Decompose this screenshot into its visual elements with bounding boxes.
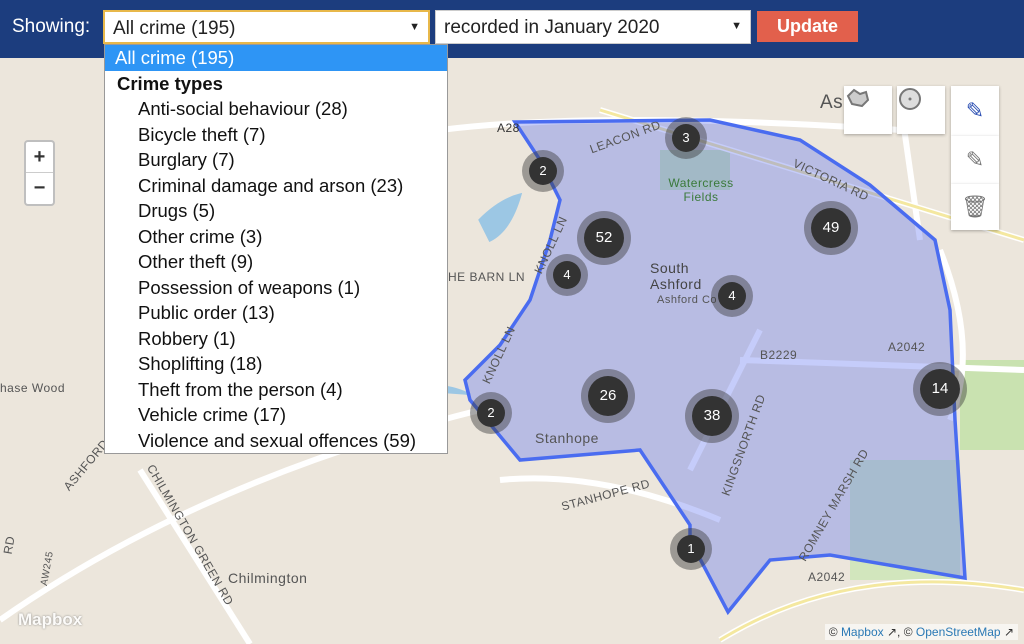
map-label: A2042	[888, 340, 926, 354]
polygon-icon[interactable]	[844, 86, 892, 134]
crime-select-value: All crime (195)	[113, 18, 236, 39]
map-label: hase Wood	[0, 381, 65, 395]
trash-icon[interactable]: 🗑	[951, 184, 999, 230]
circle-icon[interactable]	[897, 86, 945, 134]
option-crime-type[interactable]: Violence and sexual offences (59)	[105, 428, 447, 454]
option-all-crime[interactable]: All crime (195)	[105, 45, 447, 71]
option-crime-type[interactable]: Robbery (1)	[105, 326, 447, 352]
cluster-marker[interactable]: 2	[529, 157, 557, 185]
cluster-marker[interactable]: 26	[588, 376, 628, 416]
map-label: A28	[497, 121, 520, 135]
cluster-marker[interactable]: 1	[677, 535, 705, 563]
option-crime-type[interactable]: Theft from the person (4)	[105, 377, 447, 403]
map-label: South Ashford	[650, 260, 702, 292]
option-group-crime-types: Crime types	[117, 72, 223, 94]
update-button[interactable]: Update	[757, 11, 858, 42]
option-crime-type[interactable]: Vehicle crime (17)	[105, 402, 447, 428]
cluster-marker[interactable]: 49	[811, 208, 851, 248]
map-label: A2042	[808, 570, 846, 584]
cluster-marker[interactable]: 14	[920, 369, 960, 409]
option-crime-type[interactable]: Bicycle theft (7)	[105, 122, 447, 148]
cluster-marker[interactable]: 4	[553, 261, 581, 289]
option-crime-type[interactable]: Possession of weapons (1)	[105, 275, 447, 301]
map-label: Watercress Fields	[668, 176, 734, 204]
cluster-marker[interactable]: 2	[477, 399, 505, 427]
separator: , ©	[897, 625, 913, 639]
cluster-marker[interactable]: 4	[718, 282, 746, 310]
period-select-value: recorded in January 2020	[444, 17, 660, 38]
park-area	[960, 360, 1024, 450]
option-crime-type[interactable]: Other theft (9)	[105, 249, 447, 275]
cluster-marker[interactable]: 3	[672, 124, 700, 152]
crime-type-dropdown-list: All crime (195) Crime types Anti-social …	[104, 44, 448, 454]
dropdown-arrow-icon: ▼	[409, 21, 420, 33]
option-crime-type[interactable]: Burglary (7)	[105, 147, 447, 173]
zoom-in-button[interactable]: +	[26, 142, 53, 173]
cluster-marker[interactable]: 52	[584, 218, 624, 258]
map-label: B2229	[760, 348, 798, 362]
option-crime-type[interactable]: Shoplifting (18)	[105, 351, 447, 377]
period-select[interactable]: recorded in January 2020 ▼	[435, 10, 751, 44]
option-crime-type[interactable]: Public order (13)	[105, 300, 447, 326]
option-crime-type[interactable]: Criminal damage and arson (23)	[105, 173, 447, 199]
pencil-icon[interactable]: ✎	[951, 86, 999, 136]
dropdown-arrow-icon: ▼	[731, 20, 742, 32]
option-crime-type[interactable]: Drugs (5)	[105, 198, 447, 224]
map-label: Chilmington	[228, 570, 308, 586]
showing-label: Showing:	[12, 16, 91, 37]
copyright: ©	[828, 625, 838, 639]
map-label: HE BARN LN	[448, 270, 526, 284]
option-crime-type[interactable]: Anti-social behaviour (28)	[105, 96, 447, 122]
mapbox-logo: Mapbox	[18, 610, 83, 629]
option-crime-type[interactable]: Other crime (3)	[105, 224, 447, 250]
edit-icon[interactable]: ✎	[951, 136, 999, 184]
osm-link[interactable]: OpenStreetMap	[916, 625, 1001, 639]
crime-type-select[interactable]: All crime (195) ▼	[103, 10, 430, 44]
map-label: Stanhope	[535, 430, 599, 446]
attribution: © Mapbox ↗, © OpenStreetMap ↗	[824, 624, 1018, 640]
zoom-control: + −	[24, 140, 55, 206]
cluster-marker[interactable]: 38	[692, 396, 732, 436]
mapbox-link[interactable]: Mapbox	[841, 625, 884, 639]
zoom-out-button[interactable]: −	[26, 173, 53, 204]
map-label: Ashford Co	[657, 294, 718, 306]
